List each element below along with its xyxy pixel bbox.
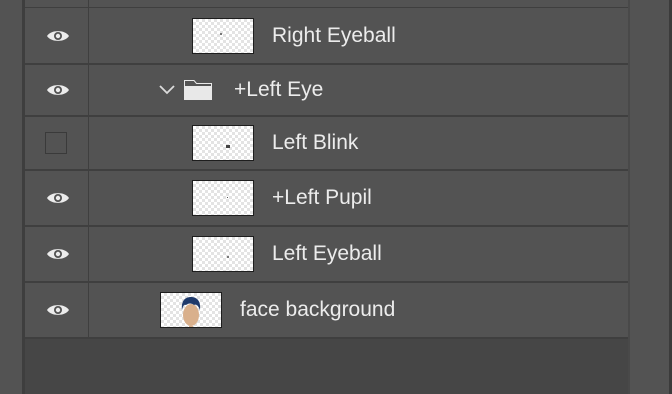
panel-left-gutter: [0, 0, 25, 394]
layer-group-left-eye[interactable]: +Left Eye: [25, 65, 628, 117]
layer-name[interactable]: face background: [240, 298, 395, 322]
layer-row-right-eyeball[interactable]: Right Eyeball: [25, 8, 628, 65]
eye-icon: [47, 249, 69, 259]
visibility-toggle[interactable]: [25, 283, 89, 337]
visibility-toggle[interactable]: [25, 227, 89, 281]
layers-panel: Right Eyeball +Left Eye Left Blink +Left…: [0, 0, 672, 394]
visibility-toggle[interactable]: [25, 171, 89, 225]
layer-name[interactable]: Right Eyeball: [272, 24, 396, 48]
eye-icon: [47, 305, 69, 315]
previous-row-edge: [25, 0, 628, 8]
layer-name[interactable]: Left Blink: [272, 131, 358, 155]
layer-row-face-background[interactable]: face background: [25, 283, 628, 339]
layer-row-left-eyeball[interactable]: Left Eyeball: [25, 227, 628, 283]
panel-right-gutter: [628, 0, 672, 394]
eye-icon: [47, 30, 69, 41]
layer-name[interactable]: Left Eyeball: [272, 242, 382, 266]
layer-thumbnail: [192, 17, 254, 54]
eye-icon: [47, 85, 69, 95]
layer-thumbnail: [192, 180, 254, 216]
layers-list: Right Eyeball +Left Eye Left Blink +Left…: [25, 0, 628, 394]
layer-thumbnail: [160, 292, 222, 328]
visibility-toggle[interactable]: [25, 117, 89, 169]
layer-thumbnail: [192, 236, 254, 272]
layer-thumbnail: [192, 125, 254, 161]
layer-name[interactable]: +Left Eye: [234, 78, 323, 102]
chevron-down-icon[interactable]: [159, 85, 175, 95]
layer-row-left-pupil[interactable]: +Left Pupil: [25, 171, 628, 227]
layer-row-left-blink[interactable]: Left Blink: [25, 117, 628, 171]
face-thumbnail-image: [181, 297, 201, 327]
eye-icon: [47, 193, 69, 203]
visibility-toggle[interactable]: [25, 8, 89, 63]
folder-icon: [184, 80, 212, 100]
visibility-empty-box: [45, 132, 67, 154]
layer-name[interactable]: +Left Pupil: [272, 186, 372, 210]
visibility-toggle[interactable]: [25, 65, 89, 115]
